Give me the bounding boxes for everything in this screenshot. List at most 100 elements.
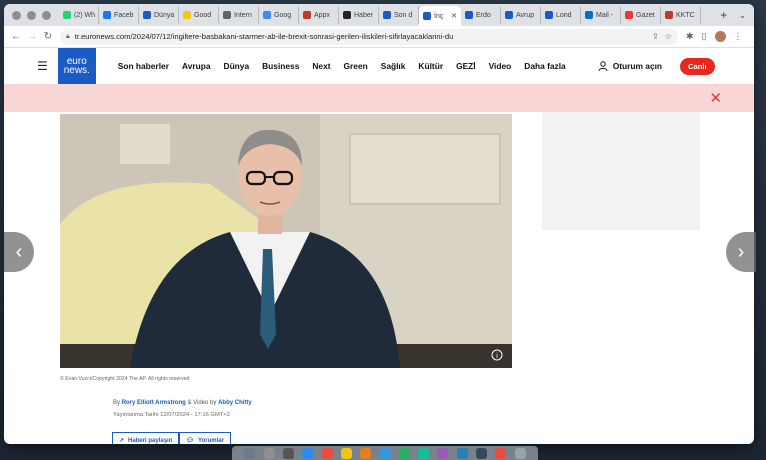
nav-item[interactable]: Green <box>344 61 368 71</box>
chrome-icon[interactable] <box>495 447 507 459</box>
browser-tab[interactable]: Avrup <box>501 6 541 24</box>
comments-label: Yorumlar <box>198 437 224 444</box>
app-store-icon[interactable] <box>456 447 468 459</box>
live-button[interactable]: Canlı <box>680 57 715 75</box>
forward-icon[interactable]: → <box>24 31 40 42</box>
tab-favicon-icon <box>103 11 111 19</box>
trash-icon[interactable] <box>514 447 526 459</box>
photos-icon[interactable] <box>360 447 372 459</box>
bookmark-star-icon[interactable]: ☆ <box>665 32 672 41</box>
login-button[interactable]: Oturum açın <box>598 61 662 71</box>
tab-label: Mail - <box>596 11 614 19</box>
tab-close-icon[interactable]: ✕ <box>451 12 457 20</box>
url-text[interactable]: tr.euronews.com/2024/07/12/ingiltere-bas… <box>75 32 646 41</box>
nav-item[interactable]: GEZİ <box>456 61 476 71</box>
main-nav: Son haberler Avrupa Dünya Business Next Green… <box>118 61 566 71</box>
zoom-window-button[interactable] <box>42 10 51 20</box>
tab-favicon-icon <box>223 11 231 19</box>
browser-tab[interactable]: Lond <box>541 6 581 24</box>
tab-label: Goog <box>274 11 292 19</box>
browser-menu-icon[interactable]: ⋮ <box>734 31 743 42</box>
facetime-icon[interactable] <box>398 447 410 459</box>
comments-button[interactable]: 💬︎ Yorumlar <box>179 432 231 444</box>
browser-tab[interactable]: Dünya <box>139 6 179 24</box>
system-settings-icon[interactable] <box>282 447 294 459</box>
side-panel-icon[interactable]: ▯ <box>702 31 707 42</box>
tab-favicon-icon <box>303 11 311 19</box>
side-ad-placeholder <box>542 112 700 230</box>
browser-tab[interactable]: Intern <box>219 6 259 24</box>
browser-window: (2) Wh Faceb Dünya Good Intern Goog Appx Haber S… <box>4 4 754 444</box>
browser-tab[interactable]: Erdo <box>461 6 501 24</box>
launchpad-icon[interactable] <box>263 447 275 459</box>
macos-dock <box>232 446 538 460</box>
close-banner-icon[interactable]: ✕ <box>709 89 722 107</box>
nav-item[interactable]: Son haberler <box>118 61 169 71</box>
tab-list: (2) Wh Faceb Dünya Good Intern Goog Appx Haber S… <box>59 4 714 26</box>
tab-favicon-icon <box>343 11 351 19</box>
nav-item[interactable]: Avrupa <box>182 61 211 71</box>
calendar-icon[interactable] <box>321 447 333 459</box>
lock-icon[interactable]: 🔒︎ <box>66 33 70 41</box>
tab-favicon-icon <box>625 11 633 19</box>
new-tab-button[interactable]: + <box>714 8 733 22</box>
tab-favicon-icon <box>63 11 71 19</box>
tab-favicon-icon <box>545 11 553 19</box>
tab-label: Appx <box>314 11 330 19</box>
tab-label: Faceb <box>114 11 134 19</box>
notice-banner: ✕ <box>4 84 754 112</box>
share-button[interactable]: ↗ Haberi paylaşın <box>112 432 180 444</box>
logo-text-bottom: news. <box>63 65 90 76</box>
share-label: Haberi paylaşın <box>128 437 173 444</box>
reload-icon[interactable]: ↻ <box>40 31 56 42</box>
browser-tab[interactable]: Gazet <box>621 6 661 24</box>
nav-item[interactable]: Business <box>262 61 299 71</box>
publish-date: Yayınlanma Tarihi 12/07/2024 - 17:16 GMT… <box>113 412 230 418</box>
video-author-link[interactable]: Abby Chitty <box>218 400 252 406</box>
nav-item[interactable]: Daha fazla <box>524 61 565 71</box>
profile-avatar[interactable] <box>714 31 726 42</box>
euronews-logo[interactable]: euro news. <box>57 48 96 84</box>
nav-item[interactable]: Next <box>312 61 330 71</box>
browser-tab[interactable]: Goog <box>259 6 299 24</box>
podcasts-icon[interactable] <box>437 447 449 459</box>
safari-icon[interactable] <box>302 447 314 459</box>
tab-favicon-icon <box>585 11 593 19</box>
nav-item[interactable]: Sağlık <box>381 61 406 71</box>
browser-tab[interactable]: (2) Wh <box>59 6 99 24</box>
browser-tab[interactable]: KKTC <box>661 6 701 24</box>
nav-item[interactable]: Kültür <box>418 61 443 71</box>
extensions-icon[interactable]: ✱ <box>686 31 694 42</box>
maps-icon[interactable] <box>418 447 430 459</box>
messages-icon[interactable] <box>379 447 391 459</box>
nav-item[interactable]: Dünya <box>224 61 250 71</box>
zoom-app-icon[interactable] <box>476 447 488 459</box>
browser-tab[interactable]: İnç ✕ <box>419 6 461 26</box>
nav-item[interactable]: Video <box>489 61 512 71</box>
tab-strip: (2) Wh Faceb Dünya Good Intern Goog Appx Haber S… <box>4 4 754 26</box>
browser-tab[interactable]: Good <box>179 6 219 24</box>
finder-icon[interactable] <box>244 447 256 459</box>
hamburger-menu-icon[interactable]: ☰ <box>37 59 48 73</box>
tab-favicon-icon <box>383 11 391 19</box>
back-icon[interactable]: ← <box>8 31 24 42</box>
minimize-window-button[interactable] <box>27 10 36 20</box>
browser-tab[interactable]: Haber <box>339 6 379 24</box>
tab-label: Lond <box>556 11 572 19</box>
tab-label: İnç <box>434 12 444 20</box>
tab-label: KKTC <box>676 11 695 19</box>
tab-label: Intern <box>234 11 252 19</box>
image-caption: © Evan Vucci/Copyright 2024 The AP. All … <box>60 376 190 382</box>
tab-search-icon[interactable]: ⌄ <box>733 11 754 20</box>
browser-tab[interactable]: Son d <box>379 6 419 24</box>
article-actions: ↗ Haberi paylaşın 💬︎ Yorumlar <box>112 432 231 444</box>
comment-icon: 💬︎ <box>186 438 195 444</box>
browser-tab[interactable]: Appx <box>299 6 339 24</box>
notes-icon[interactable] <box>340 447 352 459</box>
browser-tab[interactable]: Faceb <box>99 6 139 24</box>
close-window-button[interactable] <box>12 10 21 20</box>
browser-tab[interactable]: Mail - <box>581 6 621 24</box>
share-icon[interactable]: ⇪ <box>652 32 659 41</box>
address-bar[interactable]: 🔒︎ tr.euronews.com/2024/07/12/ingiltere-… <box>60 28 678 45</box>
author-link[interactable]: Rory Elliott Armstrong <box>122 400 186 406</box>
